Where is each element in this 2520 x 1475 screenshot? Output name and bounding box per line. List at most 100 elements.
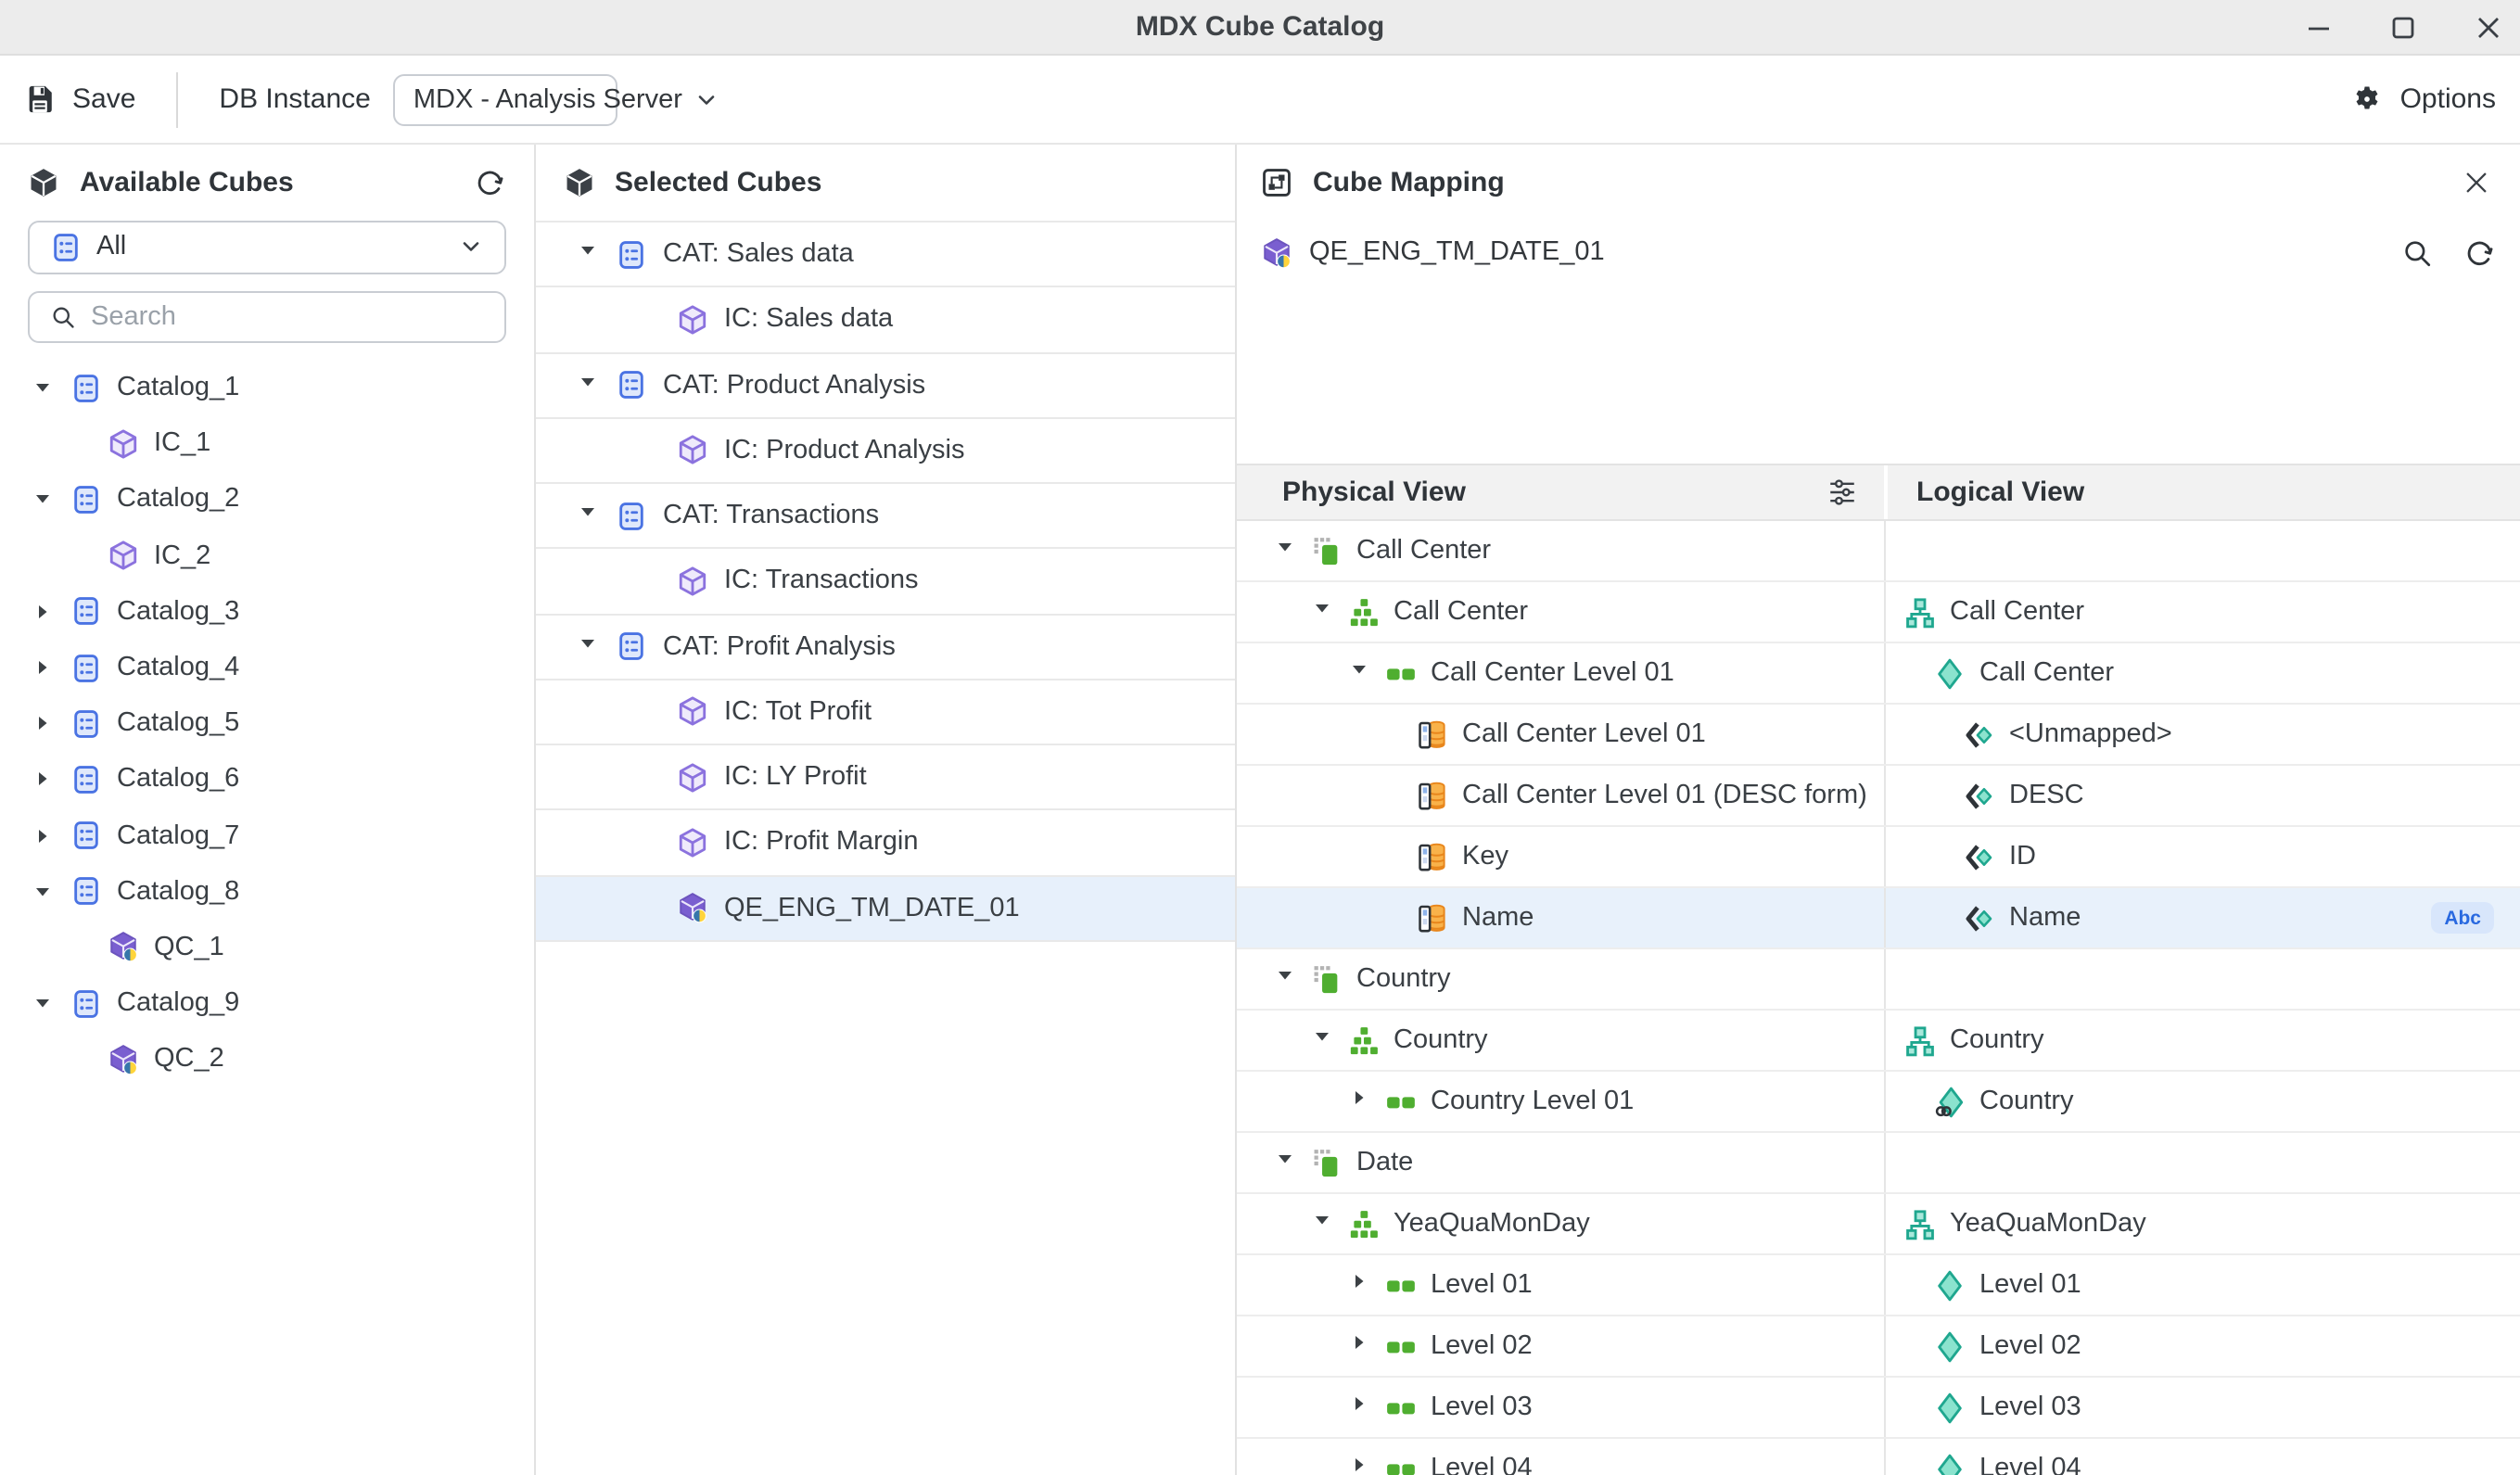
expand-arrow-icon[interactable] [1273, 536, 1295, 566]
close-panel-icon[interactable] [2461, 167, 2492, 198]
selected-cube-row[interactable]: IC: Tot Profit [535, 680, 1234, 746]
search-box[interactable] [28, 290, 505, 343]
expand-arrow-icon[interactable] [30, 879, 56, 905]
tree-item-label: Call Center Level 01 [1462, 719, 1706, 749]
hierarchy-green-icon [1347, 1024, 1379, 1056]
tree-item-label: QC_1 [154, 933, 224, 962]
mapping-table-row[interactable]: Call Center Level 01 (DESC form)DESC [1236, 766, 2520, 827]
save-button[interactable]: Save [24, 83, 135, 115]
tree-item[interactable]: Catalog_5 [0, 695, 533, 751]
collapse-arrow-icon[interactable] [1347, 1087, 1369, 1116]
tree-item[interactable]: Catalog_8 [0, 863, 533, 919]
expand-arrow-icon[interactable] [576, 370, 598, 400]
search-icon[interactable] [2401, 236, 2433, 268]
collapse-arrow-icon[interactable] [30, 599, 56, 625]
catalog-icon [50, 232, 82, 263]
mapping-table-row[interactable]: Call Center [1236, 521, 2520, 582]
cube-icon [676, 566, 707, 597]
filter-sliders-icon[interactable] [1826, 477, 1857, 508]
level-icon [1384, 1269, 1416, 1301]
collapse-arrow-icon[interactable] [1347, 1331, 1369, 1361]
expand-arrow-icon[interactable] [30, 375, 56, 401]
expand-arrow-icon[interactable] [576, 631, 598, 661]
mapping-table-row[interactable]: Date [1236, 1133, 2520, 1194]
collapse-arrow-icon[interactable] [1347, 1270, 1369, 1300]
level-icon [1384, 1453, 1416, 1475]
expand-arrow-icon[interactable] [30, 990, 56, 1016]
selected-cube-row[interactable]: CAT: Sales data [535, 223, 1234, 288]
search-input[interactable] [91, 302, 483, 332]
gear-icon [2352, 83, 2384, 115]
tree-item-label: CAT: Sales data [663, 239, 854, 269]
mapping-table-row[interactable]: Country [1236, 949, 2520, 1011]
tree-item-label: CAT: Product Analysis [663, 370, 925, 400]
tree-item[interactable]: IC_2 [0, 528, 533, 583]
expand-arrow-icon[interactable] [1273, 964, 1295, 994]
selected-cube-row-active[interactable]: QE_ENG_TM_DATE_01 [535, 876, 1234, 942]
mapping-table-row[interactable]: NameNameAbc [1236, 888, 2520, 949]
collapse-arrow-icon[interactable] [30, 767, 56, 793]
data-type-badge[interactable]: Abc [2431, 902, 2494, 934]
expand-arrow-icon[interactable] [1273, 1148, 1295, 1177]
tree-item[interactable]: Catalog_6 [0, 752, 533, 807]
collapse-arrow-icon[interactable] [1347, 1454, 1369, 1475]
mapping-table-row[interactable]: Call Center Level 01Call Center [1236, 643, 2520, 705]
selected-cube-row[interactable]: CAT: Product Analysis [535, 353, 1234, 419]
tree-item-label: Level 03 [1979, 1392, 2081, 1422]
tree-item[interactable]: Catalog_1 [0, 360, 533, 415]
collapse-arrow-icon[interactable] [30, 710, 56, 736]
mapping-table-row[interactable]: KeyID [1236, 827, 2520, 888]
collapse-arrow-icon[interactable] [30, 655, 56, 680]
expand-arrow-icon[interactable] [1310, 1025, 1332, 1055]
tree-item[interactable]: Catalog_9 [0, 975, 533, 1031]
toolbar-divider [176, 71, 178, 127]
tree-item-label: Level 01 [1431, 1270, 1533, 1300]
expand-arrow-icon[interactable] [1310, 597, 1332, 627]
expand-arrow-icon[interactable] [1310, 1209, 1332, 1239]
diamond-icon [1933, 1330, 1965, 1362]
selected-cube-row[interactable]: CAT: Profit Analysis [535, 615, 1234, 680]
mapping-table-row[interactable]: CountryCountry [1236, 1011, 2520, 1072]
catalog-icon [615, 238, 646, 270]
selected-cube-row[interactable]: CAT: Transactions [535, 484, 1234, 550]
catalog-filter-select[interactable]: All [28, 221, 505, 273]
tree-item-label: IC: Product Analysis [724, 436, 965, 465]
selected-cube-row[interactable]: IC: LY Profit [535, 745, 1234, 811]
close-window-button[interactable] [2468, 7, 2509, 48]
column-icon [1416, 780, 1447, 811]
selected-cube-row[interactable]: IC: Transactions [535, 550, 1234, 616]
refresh-icon[interactable] [2464, 236, 2496, 268]
tree-item[interactable]: IC_1 [0, 415, 533, 471]
options-button[interactable]: Options [2352, 83, 2496, 115]
expand-arrow-icon[interactable] [1347, 658, 1369, 688]
selected-cube-row[interactable]: IC: Product Analysis [535, 419, 1234, 485]
db-instance-select[interactable]: MDX - Analysis Server [393, 73, 617, 125]
mapping-table-row[interactable]: Country Level 01Country [1236, 1072, 2520, 1133]
mapping-table-row[interactable]: Level 03Level 03 [1236, 1378, 2520, 1439]
tree-item-label: Call Center [1950, 597, 2084, 627]
expand-arrow-icon[interactable] [30, 487, 56, 513]
tree-item[interactable]: Catalog_3 [0, 584, 533, 640]
tree-item[interactable]: Catalog_7 [0, 807, 533, 863]
tree-item[interactable]: QC_1 [0, 920, 533, 975]
tree-item[interactable]: QC_2 [0, 1032, 533, 1087]
collapse-arrow-icon[interactable] [30, 822, 56, 848]
mapping-table-row[interactable]: Level 02Level 02 [1236, 1316, 2520, 1378]
tree-item[interactable]: Catalog_2 [0, 472, 533, 528]
selected-cube-row[interactable]: IC: Sales data [535, 288, 1234, 354]
mapping-table-row[interactable]: Level 04Level 04 [1236, 1439, 2520, 1475]
column-icon [1416, 841, 1447, 872]
maximize-button[interactable] [2383, 7, 2424, 48]
mapping-table-row[interactable]: Call CenterCall Center [1236, 582, 2520, 643]
expand-arrow-icon[interactable] [576, 501, 598, 530]
mapping-table-row[interactable]: Call Center Level 01<Unmapped> [1236, 705, 2520, 766]
cube-icon [676, 696, 707, 728]
expand-arrow-icon[interactable] [576, 239, 598, 269]
selected-cube-row[interactable]: IC: Profit Margin [535, 811, 1234, 877]
tree-item[interactable]: Catalog_4 [0, 640, 533, 695]
mapping-table-row[interactable]: YeaQuaMonDayYeaQuaMonDay [1236, 1194, 2520, 1255]
minimize-button[interactable] [2297, 7, 2338, 48]
collapse-arrow-icon[interactable] [1347, 1392, 1369, 1422]
mapping-table-row[interactable]: Level 01Level 01 [1236, 1255, 2520, 1316]
refresh-icon[interactable] [474, 167, 505, 198]
